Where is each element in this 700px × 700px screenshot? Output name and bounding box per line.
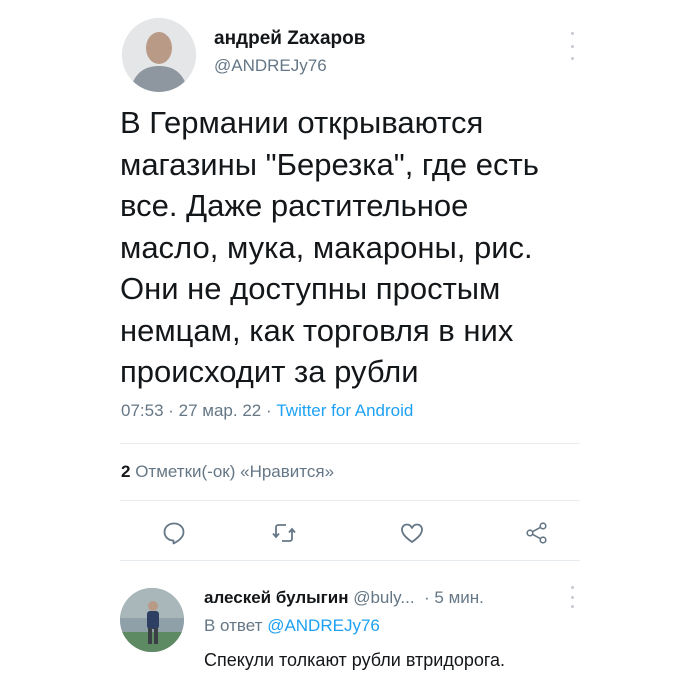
likes-stat[interactable]: 2 Отметки(-ок) «Нравится»: [121, 462, 334, 482]
likes-label: Отметки(-ок) «Нравится»: [135, 462, 335, 481]
tweet-meta: 07:53 · 27 мар. 22 · Twitter for Android: [121, 401, 413, 421]
comment-icon[interactable]: [161, 520, 187, 546]
reply-time-sep: ·: [419, 588, 435, 607]
tweet-text-line: происходит за рубли: [120, 354, 419, 389]
tweet-text-line: магазины "Березка", где есть: [120, 146, 539, 182]
author-handle[interactable]: @ANDREJy76: [214, 56, 327, 76]
more-options-icon[interactable]: [566, 32, 578, 60]
heart-icon[interactable]: [399, 520, 425, 546]
share-icon[interactable]: [524, 520, 550, 546]
tweet-text: В Германии открываются магазины "Березка…: [120, 102, 600, 393]
reply-author-name[interactable]: алескей булыгин: [204, 588, 348, 607]
reply-context: В ответ @ANDREJy76: [204, 616, 380, 636]
author-name[interactable]: андрей Zахаров: [214, 28, 365, 50]
divider: [120, 443, 580, 444]
meta-separator: ·: [163, 401, 179, 420]
tweet-date[interactable]: 27 мар. 22: [179, 401, 262, 420]
retweet-icon[interactable]: [271, 520, 297, 546]
reply-text: Спекули толкают рубли втридорога.: [204, 650, 506, 670]
divider: [120, 500, 580, 501]
tweet-text-line: В Германии открываются: [120, 105, 484, 140]
meta-separator: ·: [261, 401, 277, 420]
reply-author-handle[interactable]: @buly...: [353, 588, 414, 607]
tweet-text-line: все. Даже растительное: [120, 188, 469, 223]
tweet-text-line: масло, мука, макароны, рис.: [120, 229, 533, 265]
reply-header: алескей булыгин @buly... · 5 мин.: [204, 588, 484, 608]
avatar[interactable]: [122, 18, 196, 92]
likes-count: 2: [121, 462, 131, 481]
reply-more-options-icon[interactable]: [566, 586, 578, 608]
main-tweet: андрей Zахаров @ANDREJy76 В Германии отк…: [0, 0, 700, 561]
tweet-source-link[interactable]: Twitter for Android: [276, 401, 413, 420]
tweet-text-line: Они не доступны простым: [120, 271, 501, 306]
replying-to-prefix: В ответ: [204, 616, 263, 635]
reply-avatar[interactable]: [120, 588, 184, 652]
tweet-time[interactable]: 07:53: [121, 401, 164, 420]
replying-to-mention[interactable]: @ANDREJy76: [267, 616, 380, 635]
reply-time[interactable]: 5 мин.: [434, 588, 483, 607]
tweet-text-line: немцам, как торговля в них: [120, 312, 514, 348]
